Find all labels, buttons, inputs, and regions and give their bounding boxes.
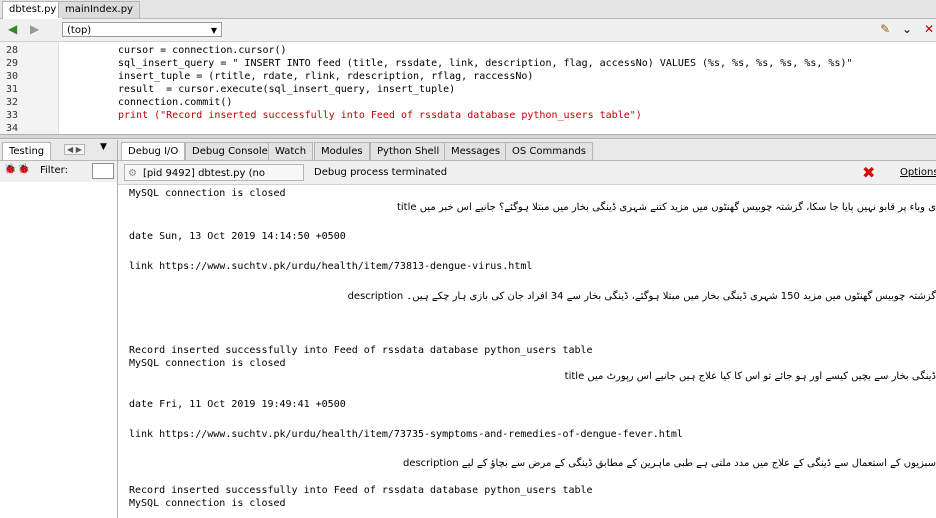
- tab-testing[interactable]: Testing: [2, 142, 52, 160]
- output-line: link https://www.suchtv.pk/urdu/health/i…: [129, 429, 683, 440]
- filter-input[interactable]: [92, 163, 114, 179]
- output-line: MySQL connection is closed: [129, 188, 286, 199]
- line-number: 32: [6, 97, 19, 108]
- code-editor[interactable]: 28 29 30 31 32 33 34 cursor = connection…: [0, 42, 936, 134]
- process-dropdown[interactable]: ⚙ [pid 9492] dbtest.py (no process): [124, 164, 304, 196]
- close-icon[interactable]: ✕: [924, 22, 934, 36]
- panel-menu-icon[interactable]: ▼: [100, 142, 107, 152]
- code-line[interactable]: sql_insert_query = " INSERT INTO feed (t…: [118, 57, 853, 70]
- tab-watch[interactable]: Watch: [268, 142, 314, 160]
- chevron-down-icon[interactable]: ⌄: [902, 22, 912, 36]
- tab-scroll-arrows-icon[interactable]: ◀ ▶: [64, 144, 85, 155]
- gear-icon: ⚙: [128, 168, 137, 179]
- code-line[interactable]: cursor = connection.cursor(): [118, 44, 287, 57]
- file-tab-dbtest[interactable]: dbtest.py: [2, 1, 64, 19]
- output-line: date Fri, 11 Oct 2019 19:49:41 +0500: [129, 399, 346, 410]
- code-line[interactable]: connection.commit(): [118, 96, 232, 109]
- back-arrow-icon[interactable]: ◀: [8, 22, 17, 36]
- debug-toolbar: ⚙ [pid 9492] dbtest.py (no process) Debu…: [118, 161, 936, 196]
- stop-icon[interactable]: ✖: [862, 163, 875, 182]
- panel-splitter[interactable]: [0, 134, 936, 139]
- tab-debug-console[interactable]: Debug Console: [185, 142, 275, 160]
- debug-tab-bar: Debug I/O Debug Console Watch Modules Py…: [118, 140, 936, 161]
- tab-debug-io[interactable]: Debug I/O: [121, 142, 186, 160]
- output-line: MySQL connection is closed: [129, 358, 286, 369]
- line-number: 31: [6, 84, 19, 95]
- output-line: description گزشتہ چوبیس گھنٹوں میں مزید …: [347, 291, 936, 302]
- code-line[interactable]: result = cursor.execute(sql_insert_query…: [118, 83, 455, 96]
- code-line[interactable]: print ("Record inserted successfully int…: [118, 109, 642, 122]
- output-line: Record inserted successfully into Feed o…: [129, 345, 593, 356]
- file-tab-mainindex[interactable]: mainIndex.py: [58, 1, 140, 18]
- line-number: 30: [6, 71, 19, 82]
- scope-value: (top): [67, 25, 92, 36]
- debug-feather-icon[interactable]: ✎: [880, 22, 890, 36]
- line-number: 33: [6, 110, 19, 121]
- line-number: 29: [6, 58, 19, 69]
- output-line: title ی وباء پر قابو نہیں پایا جا سکا، گ…: [396, 202, 936, 213]
- output-line: Record inserted successfully into Feed o…: [129, 485, 593, 496]
- testing-panel: Testing ◀ ▶ ▼ 🐞🐞 Filter:: [0, 140, 118, 518]
- tab-os-commands[interactable]: OS Commands: [505, 142, 594, 160]
- process-status: Debug process terminated: [314, 167, 448, 178]
- output-line: MySQL connection is closed: [129, 498, 286, 509]
- editor-toolbar: ◀ ▶ (top) ▼ ✎ ⌄ ✕: [0, 19, 936, 42]
- line-number: 28: [6, 45, 19, 56]
- scope-dropdown[interactable]: (top) ▼: [62, 22, 222, 37]
- tab-messages[interactable]: Messages: [444, 142, 508, 160]
- tab-python-shell[interactable]: Python Shell: [370, 142, 447, 160]
- chevron-down-icon: ▼: [210, 26, 217, 35]
- output-line: link https://www.suchtv.pk/urdu/health/i…: [129, 261, 533, 272]
- debug-output[interactable]: MySQL connection is closed title ی وباء …: [118, 185, 936, 518]
- debug-panel: Debug I/O Debug Console Watch Modules Py…: [118, 140, 936, 518]
- output-line: description سبزیوں کے استعمال سے ڈینگی ک…: [402, 458, 936, 469]
- options-menu[interactable]: Options: [900, 167, 936, 178]
- filter-label: Filter:: [40, 165, 68, 176]
- file-tab-bar: dbtest.py mainIndex.py: [0, 0, 936, 19]
- line-number: 34: [6, 123, 19, 134]
- output-line: date Sun, 13 Oct 2019 14:14:50 +0500: [129, 231, 346, 242]
- output-line: title ڈینگی بخار سے بچیں کیسے اور ہو جائ…: [564, 371, 936, 382]
- line-number-gutter: 28 29 30 31 32 33 34: [0, 42, 59, 134]
- code-line[interactable]: insert_tuple = (rtitle, rdate, rlink, rd…: [118, 70, 533, 83]
- forward-arrow-icon[interactable]: ▶: [30, 22, 39, 36]
- tab-modules[interactable]: Modules: [314, 142, 370, 160]
- run-tests-icon[interactable]: 🐞🐞: [4, 164, 31, 175]
